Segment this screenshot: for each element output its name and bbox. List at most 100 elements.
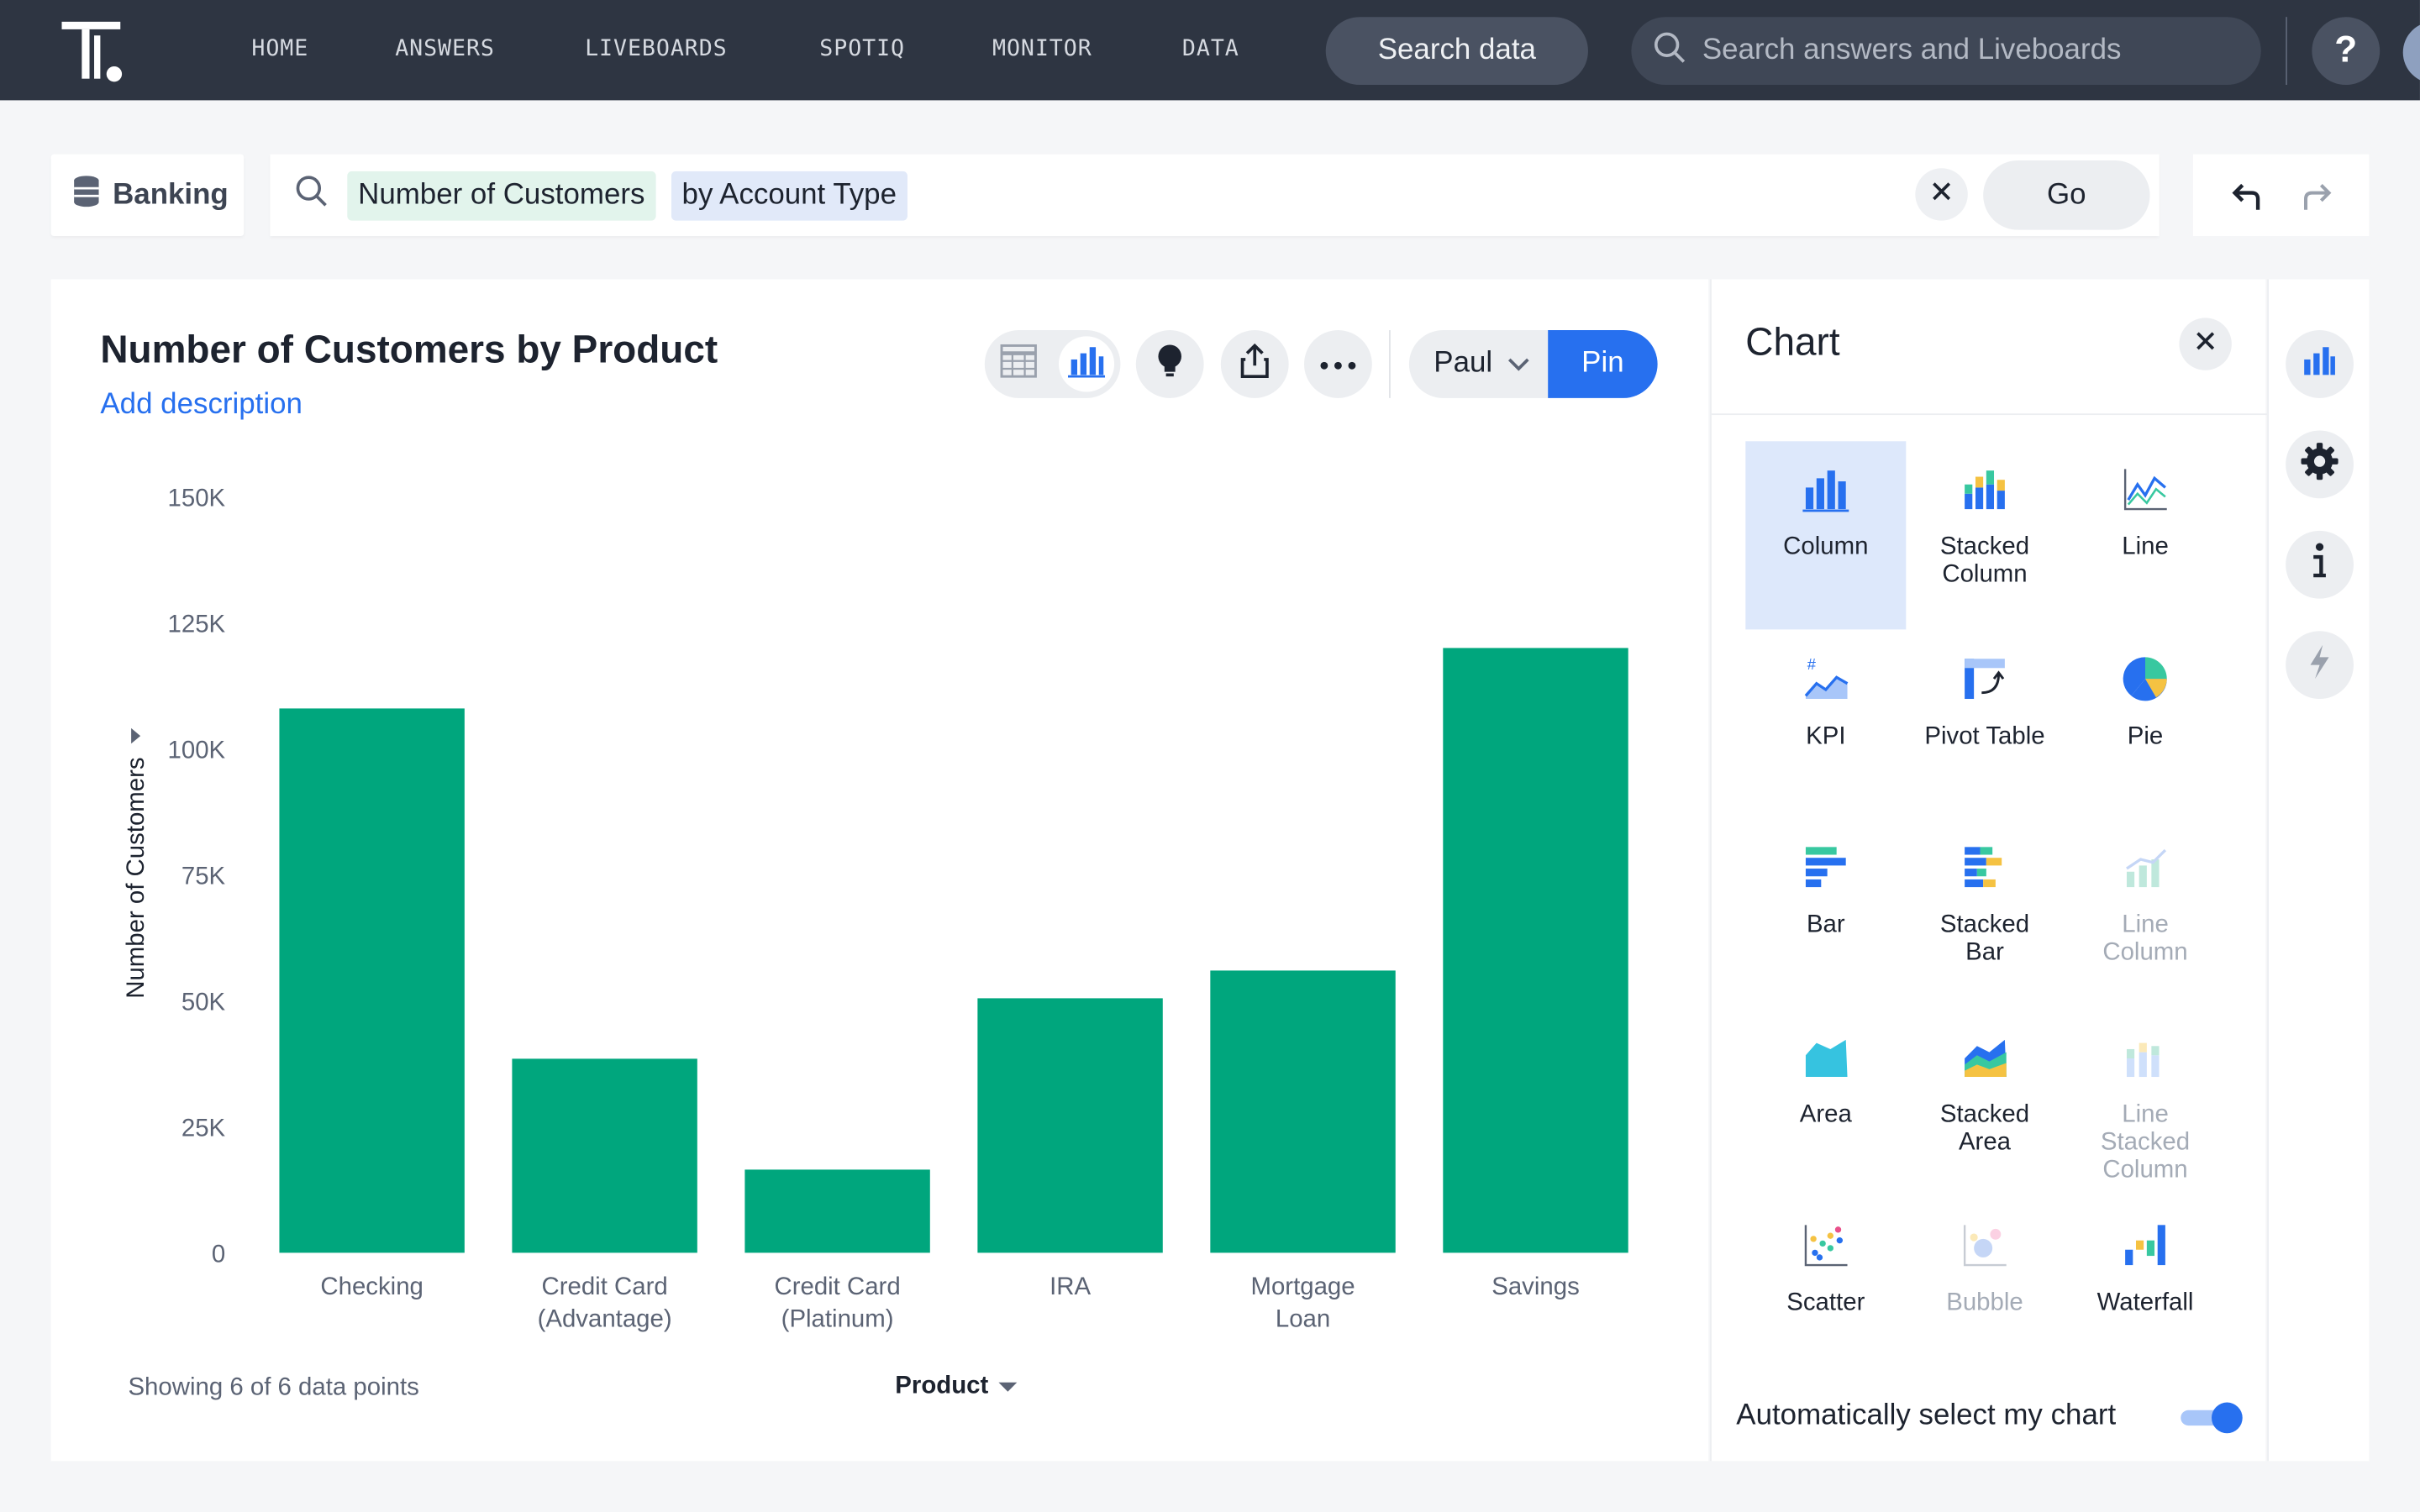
top-nav: HOME ANSWERS LIVEBOARDS SPOTIQ MONITOR D…: [0, 0, 2420, 101]
chart-type-label-line: Waterfall: [2096, 1289, 2194, 1316]
line-column-chart-icon: [2122, 844, 2168, 890]
rail-chart-config-button[interactable]: [2286, 330, 2354, 398]
nav-divider: [2286, 17, 2287, 86]
line-stacked-column-chart-icon: [2122, 1034, 2168, 1080]
lightning-icon: [2307, 643, 2332, 687]
chart-type-label-line: Stacked: [1939, 1101, 2030, 1128]
chart-type-area[interactable]: Area: [1745, 1009, 1906, 1197]
data-points-note: Showing 6 of 6 data points: [128, 1374, 419, 1401]
y-tick-label: 125K: [168, 610, 226, 638]
chart-type-label-line: Pie: [2127, 723, 2164, 750]
chart-bar: [744, 1169, 930, 1253]
chart-type-label-line: Bubble: [1946, 1289, 2023, 1316]
caret-down-icon: [999, 1381, 1018, 1393]
data-source-selector[interactable]: Banking: [50, 154, 245, 237]
thoughtspot-logo[interactable]: [61, 21, 123, 83]
pie-chart-icon: [2122, 656, 2168, 702]
chart-type-label-line: Stacked: [2100, 1129, 2191, 1156]
chart-type-scatter[interactable]: Scatter: [1745, 1197, 1906, 1385]
info-icon: [2309, 541, 2331, 589]
nav-liveboards[interactable]: LIVEBOARDS: [585, 37, 728, 61]
chart-type-waterfall[interactable]: Waterfall: [2065, 1197, 2226, 1385]
x-tick-label: Mortgage: [1250, 1273, 1355, 1300]
area-chart-icon: [1802, 1034, 1849, 1080]
chart-type-label-line: Stacked: [1939, 533, 2030, 560]
stacked-bar-chart-icon: [1961, 844, 2007, 890]
toggle-knob: [2211, 1402, 2243, 1434]
line-chart-icon: [2122, 466, 2168, 512]
nav-answers[interactable]: ANSWERS: [395, 37, 495, 61]
chart-type-kpi[interactable]: # KPI: [1745, 631, 1906, 819]
data-source-label: Banking: [113, 178, 229, 211]
chart-type-label: Pie: [2065, 723, 2226, 751]
x-tick-label: (Advantage): [538, 1305, 672, 1333]
chart-type-label-line: Pivot Table: [1924, 723, 2045, 750]
search-icon: [295, 175, 329, 217]
column-chart: 0 25K 50K 75K 100K 125K 150K Number of Customer…: [122, 484, 1628, 1333]
rail-settings-button[interactable]: [2286, 430, 2354, 499]
chart-type-label-line: Line: [2122, 1101, 2169, 1128]
global-search-input[interactable]: Search answers and Liveboards: [1631, 17, 2261, 86]
right-rail: [2267, 279, 2370, 1462]
chart-type-label-line: Line: [2122, 911, 2169, 938]
chart-type-label: Line Stacked Column: [2065, 1101, 2226, 1184]
bar-chart-icon: [1802, 844, 1849, 890]
chart-type-label: Line Column: [2065, 911, 2226, 967]
chart-type-bubble[interactable]: Bubble: [1904, 1197, 2065, 1385]
nav-spotiq[interactable]: SPOTIQ: [819, 37, 905, 61]
chart-bar: [1210, 970, 1396, 1253]
nav-data[interactable]: DATA: [1182, 37, 1239, 61]
chart-type-label-line: Bar: [1965, 939, 2004, 966]
chart-type-pie[interactable]: Pie: [2065, 631, 2226, 819]
chart-type-stacked-column[interactable]: Stacked Column: [1904, 441, 2065, 629]
nav-home[interactable]: HOME: [251, 37, 308, 61]
y-tick-label: 75K: [182, 862, 226, 890]
panel-divider: [1711, 413, 2268, 416]
chart-type-bar[interactable]: Bar: [1745, 819, 1906, 1007]
chart-type-stacked-area[interactable]: Stacked Area: [1904, 1009, 2065, 1197]
y-axis-title: Number of Customers: [122, 757, 150, 998]
x-tick-label: Credit Card: [774, 1273, 900, 1300]
chart-type-label-line: Line: [2122, 533, 2169, 560]
column-chart-icon: [1802, 466, 1849, 512]
chart-type-column[interactable]: Column: [1745, 441, 1907, 630]
search-token-measure[interactable]: Number of Customers: [347, 170, 656, 220]
x-axis-attribute-dropdown[interactable]: Product: [895, 1373, 1018, 1401]
search-icon: [1653, 30, 1686, 72]
chart-type-line[interactable]: Line: [2065, 441, 2226, 629]
auto-select-toggle[interactable]: [2181, 1402, 2243, 1434]
nav-monitor[interactable]: MONITOR: [992, 37, 1092, 61]
stacked-area-chart-icon: [1961, 1034, 2007, 1080]
go-button[interactable]: Go: [1983, 160, 2150, 230]
chart-type-line-column[interactable]: Line Column: [2065, 819, 2226, 1007]
x-tick-label: (Platinum): [781, 1305, 894, 1333]
avatar[interactable]: [2402, 21, 2420, 84]
close-panel-button[interactable]: [2179, 318, 2232, 370]
help-button[interactable]: ?: [2312, 17, 2381, 86]
rail-performance-button[interactable]: [2286, 631, 2354, 700]
search-token-attribute[interactable]: by Account Type: [671, 170, 908, 220]
chart-type-label-line: Column: [2102, 939, 2188, 966]
panel-title: Chart: [1745, 321, 1840, 365]
chart-type-stacked-bar[interactable]: Stacked Bar: [1904, 819, 2065, 1007]
rail-info-button[interactable]: [2286, 530, 2354, 599]
search-data-button[interactable]: Search data: [1325, 17, 1588, 86]
x-tick-label: Loan: [1276, 1305, 1330, 1333]
svg-text:#: #: [1807, 656, 1817, 674]
y-tick-label: 50K: [182, 988, 226, 1016]
undo-icon[interactable]: [2229, 178, 2263, 212]
chart-type-label-line: Column: [1783, 533, 1869, 560]
redo-icon[interactable]: [2299, 178, 2333, 212]
chart-type-label-line: Bar: [1806, 911, 1845, 938]
search-query-bar[interactable]: Number of Customers by Account Type Go: [270, 154, 2160, 237]
scatter-chart-icon: [1802, 1222, 1849, 1268]
kpi-chart-icon: #: [1802, 655, 1849, 702]
chart-type-panel: Chart Column Stacked Column Line # KPI Pivot T…: [1710, 279, 2268, 1462]
chart-type-pivot-table[interactable]: Pivot Table: [1904, 631, 2065, 819]
chart-bar: [512, 1058, 697, 1253]
chart-type-label: Column: [1745, 533, 1906, 561]
chart-type-line-stacked-column[interactable]: Line Stacked Column: [2065, 1009, 2226, 1197]
clear-search-button[interactable]: [1915, 168, 1968, 221]
chart-type-label: Stacked Column: [1904, 533, 2065, 589]
y-tick-label: 150K: [168, 484, 226, 512]
